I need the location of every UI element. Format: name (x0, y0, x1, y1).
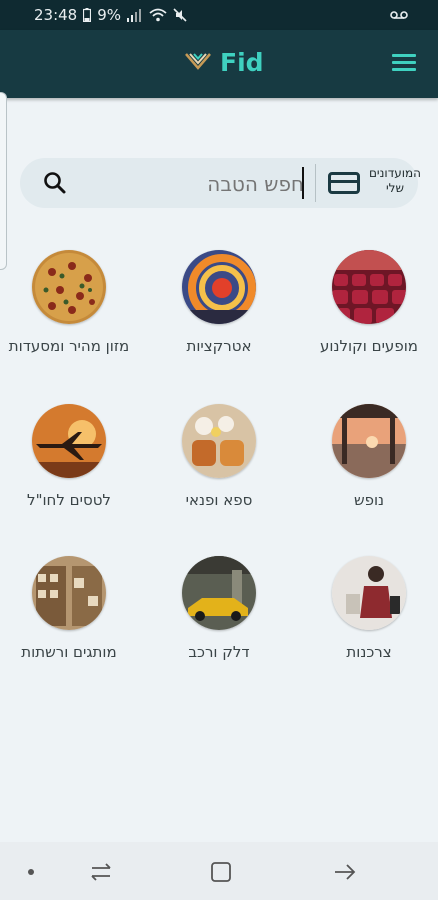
category-attractions[interactable]: אטרקציות (154, 250, 284, 356)
shopping-woman-image (332, 556, 406, 630)
store-shelves-image (32, 556, 106, 630)
sunset-pier-image (332, 404, 406, 478)
system-nav-bar (0, 842, 438, 900)
logo-chevrons-icon (185, 52, 211, 70)
pizza-image (32, 250, 106, 324)
search-icon[interactable] (42, 170, 68, 196)
ferris-wheel-image (182, 250, 256, 324)
battery-icon (83, 8, 92, 22)
app-logo[interactable]: Fid (184, 48, 264, 77)
credit-card-icon[interactable] (328, 172, 360, 194)
category-fuel-car[interactable]: דלק ורכב (154, 556, 284, 662)
recent-apps-icon[interactable] (88, 860, 114, 884)
theater-seats-image (332, 250, 406, 324)
my-clubs-button[interactable]: המועדונים שלי (364, 166, 426, 196)
category-label: נופש (353, 491, 385, 509)
spa-towels-image (182, 404, 256, 478)
category-label: מזון מהיר ומסעדות (8, 337, 130, 355)
category-shopping[interactable]: צרכנות (304, 556, 434, 662)
gas-station-car-image (182, 556, 256, 630)
category-label: צרכנות (346, 643, 392, 661)
wifi-icon (149, 8, 167, 22)
category-label: ספא ופנאי (185, 491, 253, 509)
nav-dot-icon[interactable] (28, 869, 34, 875)
app-bar: Fid (0, 30, 438, 98)
hamburger-menu-icon[interactable] (392, 54, 416, 72)
category-label: דלק ורכב (188, 643, 250, 661)
status-time: 23:48 (34, 6, 78, 24)
voicemail-icon (390, 11, 408, 19)
category-label: אטרקציות (186, 337, 252, 355)
search-bar: המועדונים שלי (20, 158, 421, 208)
category-fast-food[interactable]: מזון מהיר ומסעדות (4, 250, 134, 356)
logo-text: Fid (220, 48, 264, 77)
airplane-sunset-image (32, 404, 106, 478)
category-label: לטסים לחו"ל (27, 491, 111, 509)
category-spa[interactable]: ספא ופנאי (154, 404, 284, 510)
category-vacation[interactable]: נופש (304, 404, 434, 510)
status-bar: 23:48 9% (0, 0, 438, 30)
home-icon[interactable] (208, 860, 234, 884)
mute-icon (173, 8, 187, 22)
search-input[interactable] (90, 166, 306, 202)
category-label: מותגים ורשתות (21, 643, 117, 661)
text-cursor (302, 167, 304, 199)
category-shows-cinema[interactable]: מופעים וקולנוע (304, 250, 434, 356)
category-flights-abroad[interactable]: לטסים לחו"ל (4, 404, 134, 510)
signal-icon (127, 9, 142, 22)
battery-percent: 9% (97, 6, 122, 24)
drawer-handle[interactable] (0, 92, 7, 270)
category-label: מופעים וקולנוע (320, 337, 418, 355)
category-brands-chains[interactable]: מותגים ורשתות (4, 556, 134, 662)
back-arrow-icon[interactable] (332, 860, 358, 884)
search-divider (315, 164, 316, 202)
